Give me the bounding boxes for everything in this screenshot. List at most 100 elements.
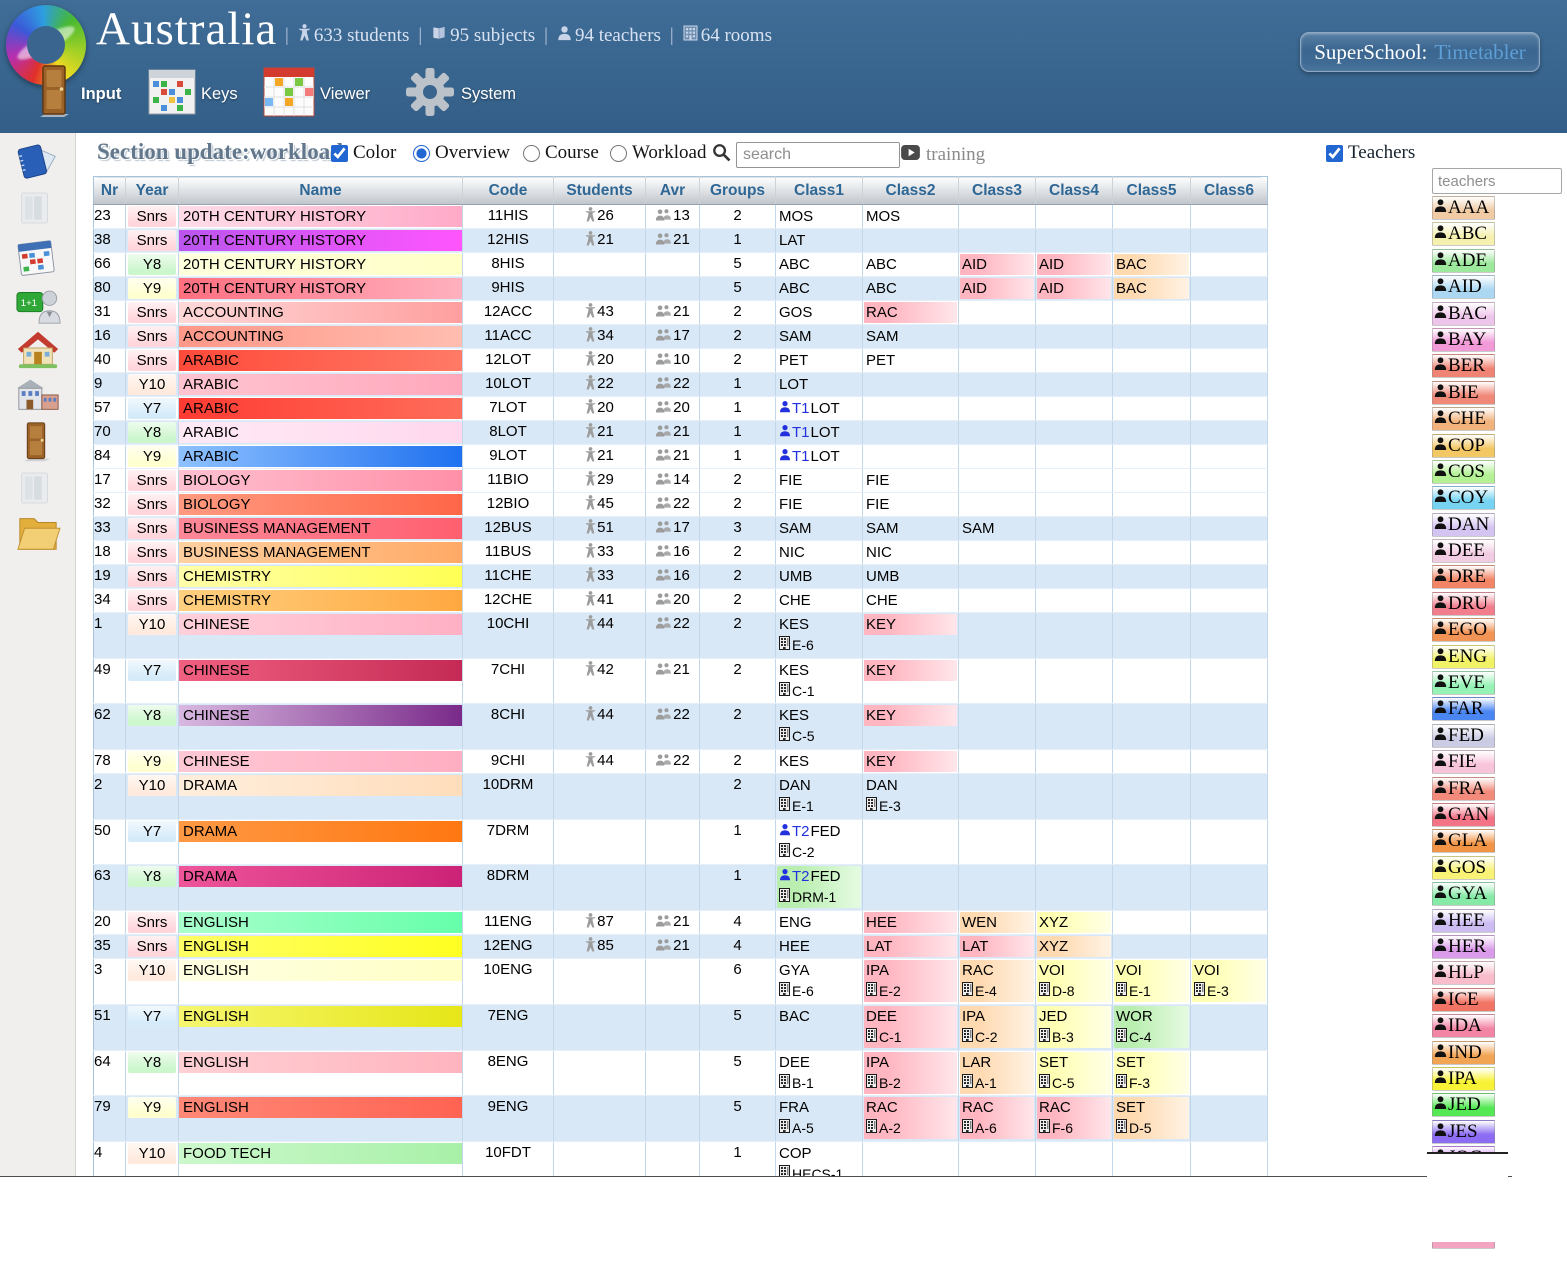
- cell-name[interactable]: ACCOUNTING: [179, 301, 463, 325]
- sidebar-door-icon[interactable]: [15, 418, 61, 464]
- cell-name[interactable]: CHINESE: [179, 704, 463, 750]
- sidebar-school-icon[interactable]: [15, 371, 61, 417]
- class-chip[interactable]: SAM: [960, 518, 1034, 539]
- class-chip[interactable]: KES: [777, 751, 861, 772]
- class-chip[interactable]: UMB: [777, 566, 861, 587]
- teacher-chip-BAY[interactable]: BAY: [1432, 328, 1495, 352]
- section-row[interactable]: 50Y7DRAMA7DRM1T2FEDC-2: [94, 819, 1268, 865]
- class-chip[interactable]: SAM: [777, 326, 861, 347]
- class-chip[interactable]: BAC: [777, 1006, 861, 1027]
- teacher-chip-AAA[interactable]: AAA: [1432, 196, 1495, 220]
- teachers-filter-input[interactable]: [1432, 168, 1562, 194]
- teacher-chip-AID[interactable]: AID: [1432, 275, 1495, 299]
- radio-workload[interactable]: [610, 145, 627, 162]
- teacher-chip-FAR[interactable]: FAR: [1432, 697, 1495, 721]
- teacher-chip-BAC[interactable]: BAC: [1432, 302, 1495, 326]
- class-chip[interactable]: FIE: [864, 470, 957, 491]
- class-chip[interactable]: KEY: [864, 705, 957, 726]
- cell-name[interactable]: CHEMISTRY: [179, 589, 463, 613]
- class-chip[interactable]: UMB: [864, 566, 957, 587]
- class-chip[interactable]: SETC-5: [1037, 1052, 1111, 1094]
- section-row[interactable]: 20SnrsENGLISH11ENG87214ENGHEEWENXYZ: [94, 911, 1268, 935]
- section-row[interactable]: 49Y7CHINESE7CHI42212KESC-1KEY: [94, 658, 1268, 704]
- teacher-chip-COS[interactable]: COS: [1432, 460, 1495, 484]
- class-chip[interactable]: AID: [960, 254, 1034, 275]
- teacher-chip-IPA[interactable]: IPA: [1432, 1067, 1495, 1091]
- class-chip[interactable]: NIC: [864, 542, 957, 563]
- cell-name[interactable]: DRAMA: [179, 865, 463, 911]
- teachers-toggle[interactable]: Teachers: [1326, 142, 1415, 164]
- section-row[interactable]: 64Y8ENGLISH8ENG5DEEB-1IPAB-2LARA-1SETC-5…: [94, 1050, 1268, 1096]
- cell-name[interactable]: CHINESE: [179, 613, 463, 659]
- teacher-chip-HLP[interactable]: HLP: [1432, 961, 1495, 985]
- cell-name[interactable]: ENGLISH: [179, 911, 463, 935]
- teacher-chip-GAN[interactable]: GAN: [1432, 803, 1495, 827]
- class-chip[interactable]: RACA-6: [960, 1097, 1034, 1139]
- view-radio-course[interactable]: Course: [523, 142, 599, 164]
- section-row[interactable]: 84Y9ARABIC9LOT21211T1LOT: [94, 445, 1268, 469]
- class-chip[interactable]: SAM: [864, 518, 957, 539]
- teacher-chip-DAN[interactable]: DAN: [1432, 513, 1495, 537]
- section-row[interactable]: 16SnrsACCOUNTING11ACC34172SAMSAM: [94, 325, 1268, 349]
- cell-name[interactable]: CHEMISTRY: [179, 565, 463, 589]
- teachers-checkbox[interactable]: [1326, 145, 1343, 162]
- class-chip[interactable]: IPAB-2: [864, 1052, 957, 1094]
- class-chip[interactable]: RACF-6: [1037, 1097, 1111, 1139]
- teacher-chip-FED[interactable]: FED: [1432, 724, 1495, 748]
- column-header-name[interactable]: Name: [179, 177, 463, 205]
- radio-course[interactable]: [523, 145, 540, 162]
- class-chip[interactable]: HEE: [864, 912, 957, 933]
- teacher-chip-ENG[interactable]: ENG: [1432, 645, 1495, 669]
- section-row[interactable]: 23Snrs20TH CENTURY HISTORY11HIS26132MOSM…: [94, 205, 1268, 229]
- teacher-chip-GLA[interactable]: GLA: [1432, 829, 1495, 853]
- section-row[interactable]: 70Y8ARABIC8LOT21211T1LOT: [94, 421, 1268, 445]
- nav-item-input[interactable]: Input: [34, 62, 121, 126]
- view-radio-overview[interactable]: Overview: [413, 142, 510, 164]
- cell-name[interactable]: ENGLISH: [179, 935, 463, 959]
- class-chip[interactable]: JEDB-3: [1037, 1006, 1111, 1048]
- color-toggle[interactable]: Color: [331, 142, 396, 164]
- column-header-class4[interactable]: Class4: [1036, 177, 1113, 205]
- class-chip[interactable]: KEY: [864, 614, 957, 635]
- cell-name[interactable]: BIOLOGY: [179, 469, 463, 493]
- class-chip[interactable]: FIE: [777, 470, 861, 491]
- teacher-chip-ADE[interactable]: ADE: [1432, 249, 1495, 273]
- class-chip[interactable]: DEEB-1: [777, 1052, 861, 1094]
- view-radio-workload[interactable]: Workload: [610, 142, 706, 164]
- cell-name[interactable]: ACCOUNTING: [179, 325, 463, 349]
- class-chip[interactable]: ABC: [777, 254, 861, 275]
- section-row[interactable]: 63Y8DRAMA8DRM1T2FEDDRM-1: [94, 865, 1268, 911]
- class-chip[interactable]: MOS: [864, 206, 957, 227]
- class-chip[interactable]: T1LOT: [777, 398, 861, 419]
- section-row[interactable]: 9Y10ARABIC10LOT22221LOT: [94, 373, 1268, 397]
- teacher-chip-FIE[interactable]: FIE: [1432, 750, 1495, 774]
- cell-name[interactable]: ENGLISH: [179, 959, 463, 1005]
- class-chip[interactable]: COPHECS-1: [777, 1143, 861, 1177]
- teacher-chip-CHE[interactable]: CHE: [1432, 407, 1495, 431]
- section-row[interactable]: 1Y10CHINESE10CHI44222KESE-6KEY: [94, 613, 1268, 659]
- cell-name[interactable]: ENGLISH: [179, 1004, 463, 1050]
- section-row[interactable]: 19SnrsCHEMISTRY11CHE33162UMBUMB: [94, 565, 1268, 589]
- column-header-class3[interactable]: Class3: [959, 177, 1036, 205]
- class-chip[interactable]: T1LOT: [777, 422, 861, 443]
- class-chip[interactable]: RACA-2: [864, 1097, 957, 1139]
- class-chip[interactable]: T1LOT: [777, 446, 861, 467]
- cell-name[interactable]: BUSINESS MANAGEMENT: [179, 517, 463, 541]
- class-chip[interactable]: GYAE-6: [777, 960, 861, 1002]
- column-header-class6[interactable]: Class6: [1191, 177, 1268, 205]
- class-chip[interactable]: VOID-8: [1037, 960, 1111, 1002]
- column-header-nr[interactable]: Nr: [94, 177, 126, 205]
- column-header-class2[interactable]: Class2: [863, 177, 959, 205]
- teacher-chip-EGO[interactable]: EGO: [1432, 618, 1495, 642]
- teacher-chip-GOS[interactable]: GOS: [1432, 856, 1495, 880]
- section-row[interactable]: 79Y9ENGLISH9ENG5FRAA-5RACA-2RACA-6RACF-6…: [94, 1096, 1268, 1142]
- section-row[interactable]: 4Y10FOOD TECH10FDT1COPHECS-1: [94, 1141, 1268, 1177]
- cell-name[interactable]: DRAMA: [179, 774, 463, 820]
- training-link[interactable]: training: [901, 144, 985, 166]
- class-chip[interactable]: LAT: [864, 936, 957, 957]
- cell-name[interactable]: CHINESE: [179, 750, 463, 774]
- class-chip[interactable]: KEY: [864, 660, 957, 681]
- class-chip[interactable]: DANE-1: [777, 775, 861, 817]
- section-row[interactable]: 78Y9CHINESE9CHI44222KESKEY: [94, 750, 1268, 774]
- column-header-groups[interactable]: Groups: [700, 177, 776, 205]
